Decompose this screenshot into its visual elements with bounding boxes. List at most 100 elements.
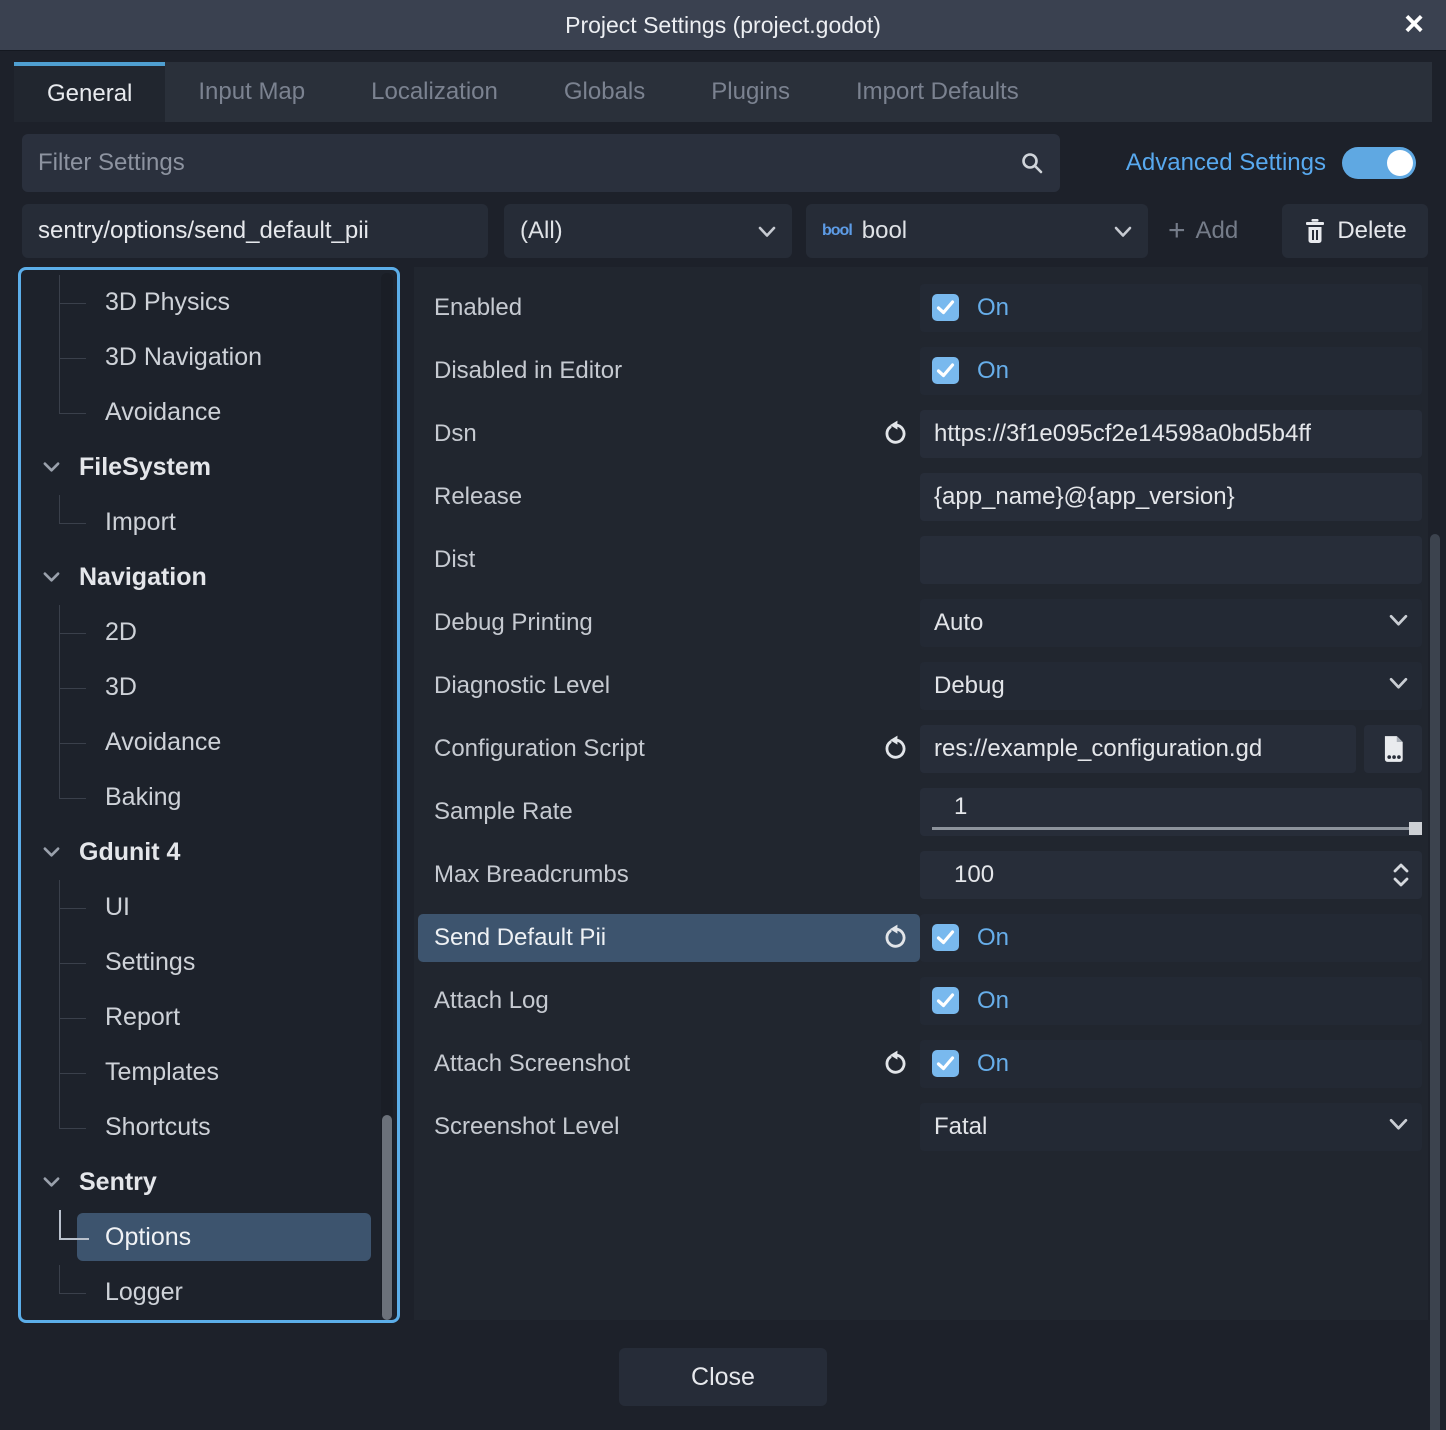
- sidebar-item-baking[interactable]: Baking: [21, 770, 397, 825]
- text-field-value: {app_name}@{app_version}: [934, 483, 1235, 511]
- dropdown-value: Auto: [934, 609, 983, 637]
- text-field[interactable]: https://3f1e095cf2e14598a0bd5b4ff: [920, 410, 1422, 458]
- text-field[interactable]: [920, 536, 1422, 584]
- spinner-updown-icon[interactable]: [1392, 861, 1410, 889]
- sidebar-item-label: Settings: [105, 948, 195, 977]
- tree-guide-line: [59, 605, 89, 660]
- dropdown-select[interactable]: Auto: [920, 599, 1422, 647]
- setting-label: Screenshot Level: [434, 1113, 619, 1141]
- sidebar-item-label: Sentry: [79, 1168, 157, 1197]
- filter-settings-input[interactable]: Filter Settings: [22, 134, 1060, 192]
- tab-import-defaults[interactable]: Import Defaults: [823, 62, 1052, 122]
- tree-guide-line: [59, 495, 89, 550]
- add-button[interactable]: + Add: [1162, 204, 1268, 258]
- close-button[interactable]: Close: [619, 1348, 827, 1406]
- tab-plugins[interactable]: Plugins: [678, 62, 823, 122]
- tree-scrollbar-track[interactable]: [381, 273, 393, 1317]
- setting-label: Attach Log: [434, 987, 549, 1015]
- tab-general[interactable]: General: [14, 62, 165, 122]
- chevron-down-icon: [43, 460, 60, 478]
- type-select[interactable]: bool bool: [806, 204, 1148, 258]
- sidebar-item-label: Report: [105, 1003, 180, 1032]
- checkbox-checked[interactable]: [932, 357, 959, 384]
- sidebar-item-label: Baking: [105, 783, 181, 812]
- sidebar-item-3d[interactable]: 3D: [21, 660, 397, 715]
- setting-row-diagnostic-level: Diagnostic LevelDebug: [414, 654, 1428, 717]
- setting-row-send-default-pii: Send Default PiiOn: [414, 906, 1428, 969]
- tree-guide-line: [59, 385, 89, 440]
- file-path-value: res://example_configuration.gd: [934, 735, 1262, 763]
- checkbox-checked[interactable]: [932, 987, 959, 1014]
- project-settings-dialog: Project Settings (project.godot) × Gener…: [0, 0, 1446, 1430]
- sidebar-item-logger[interactable]: Logger: [21, 1265, 397, 1320]
- tree-scrollbar-thumb[interactable]: [382, 1115, 392, 1320]
- checkbox-checked[interactable]: [932, 294, 959, 321]
- setting-label-cell: Disabled in Editor: [414, 347, 920, 395]
- sidebar-item-3d-physics[interactable]: 3D Physics: [21, 275, 397, 330]
- sidebar-item-navigation[interactable]: Navigation: [21, 550, 397, 605]
- tree-guide-line: [59, 330, 89, 385]
- tab-localization[interactable]: Localization: [338, 62, 531, 122]
- sidebar-item-gdunit-4[interactable]: Gdunit 4: [21, 825, 397, 880]
- sidebar-item-options[interactable]: Options: [21, 1210, 397, 1265]
- type-select-value: bool: [862, 217, 907, 245]
- slider-field[interactable]: 1: [920, 788, 1422, 836]
- close-icon[interactable]: ×: [1398, 2, 1430, 46]
- slider-handle[interactable]: [1409, 822, 1422, 835]
- file-dialog-button[interactable]: [1364, 725, 1422, 773]
- revert-icon[interactable]: [881, 420, 908, 447]
- setting-row-enabled: EnabledOn: [414, 276, 1428, 339]
- tree-guide-line: [59, 880, 89, 935]
- tab-globals[interactable]: Globals: [531, 62, 678, 122]
- sidebar-item-settings[interactable]: Settings: [21, 935, 397, 990]
- sidebar-item-label: 3D Physics: [105, 288, 230, 317]
- delete-button[interactable]: Delete: [1282, 204, 1428, 258]
- checkbox-checked[interactable]: [932, 1050, 959, 1077]
- inspector-scrollbar-thumb[interactable]: [1430, 534, 1440, 1430]
- spinner-field[interactable]: 100: [920, 851, 1422, 899]
- revert-icon[interactable]: [881, 924, 908, 951]
- sidebar-item-sentry[interactable]: Sentry: [21, 1155, 397, 1210]
- checkbox-checked[interactable]: [932, 924, 959, 951]
- dropdown-select[interactable]: Debug: [920, 662, 1422, 710]
- revert-icon[interactable]: [881, 1050, 908, 1077]
- text-field[interactable]: {app_name}@{app_version}: [920, 473, 1422, 521]
- dialog-title: Project Settings (project.godot): [565, 12, 881, 39]
- checkbox-state-label: On: [977, 294, 1009, 322]
- tree-guide-line: [59, 1210, 89, 1265]
- setting-label-cell[interactable]: Send Default Pii: [418, 914, 920, 962]
- checkbox-state-label: On: [977, 987, 1009, 1015]
- text-field-value: https://3f1e095cf2e14598a0bd5b4ff: [934, 420, 1311, 448]
- tree-guide-line: [59, 935, 89, 990]
- slider-track[interactable]: [932, 827, 1420, 830]
- setting-label-cell: Debug Printing: [414, 599, 920, 647]
- dropdown-value: Fatal: [934, 1113, 987, 1141]
- sidebar-item-avoidance[interactable]: Avoidance: [21, 715, 397, 770]
- sidebar-item-2d[interactable]: 2D: [21, 605, 397, 660]
- dropdown-select[interactable]: Fatal: [920, 1103, 1422, 1151]
- inspector-scrollbar-track[interactable]: [1430, 267, 1444, 1320]
- sidebar-item-import[interactable]: Import: [21, 495, 397, 550]
- sidebar-item-shortcuts[interactable]: Shortcuts: [21, 1100, 397, 1155]
- sidebar-item-label: Options: [105, 1223, 191, 1252]
- revert-icon[interactable]: [881, 735, 908, 762]
- tab-input-map[interactable]: Input Map: [165, 62, 338, 122]
- property-path-input[interactable]: sentry/options/send_default_pii: [22, 204, 488, 258]
- tree-guide-line: [59, 990, 89, 1045]
- advanced-settings-toggle[interactable]: [1342, 147, 1416, 179]
- category-select[interactable]: (All): [504, 204, 792, 258]
- sidebar-item-label: Shortcuts: [105, 1113, 211, 1142]
- checkbox-cell: On: [920, 914, 1422, 962]
- sidebar-item-3d-navigation[interactable]: 3D Navigation: [21, 330, 397, 385]
- chevron-down-icon: [1389, 614, 1408, 632]
- file-path-field[interactable]: res://example_configuration.gd: [920, 725, 1356, 773]
- sidebar-item-ui[interactable]: UI: [21, 880, 397, 935]
- sidebar-item-templates[interactable]: Templates: [21, 1045, 397, 1100]
- setting-label-cell: Screenshot Level: [414, 1103, 920, 1151]
- setting-row-configuration-script: Configuration Scriptres://example_config…: [414, 717, 1428, 780]
- sidebar-item-avoidance[interactable]: Avoidance: [21, 385, 397, 440]
- sidebar-item-report[interactable]: Report: [21, 990, 397, 1045]
- spinner-value: 100: [954, 861, 994, 889]
- chevron-down-icon: [758, 217, 776, 245]
- sidebar-item-filesystem[interactable]: FileSystem: [21, 440, 397, 495]
